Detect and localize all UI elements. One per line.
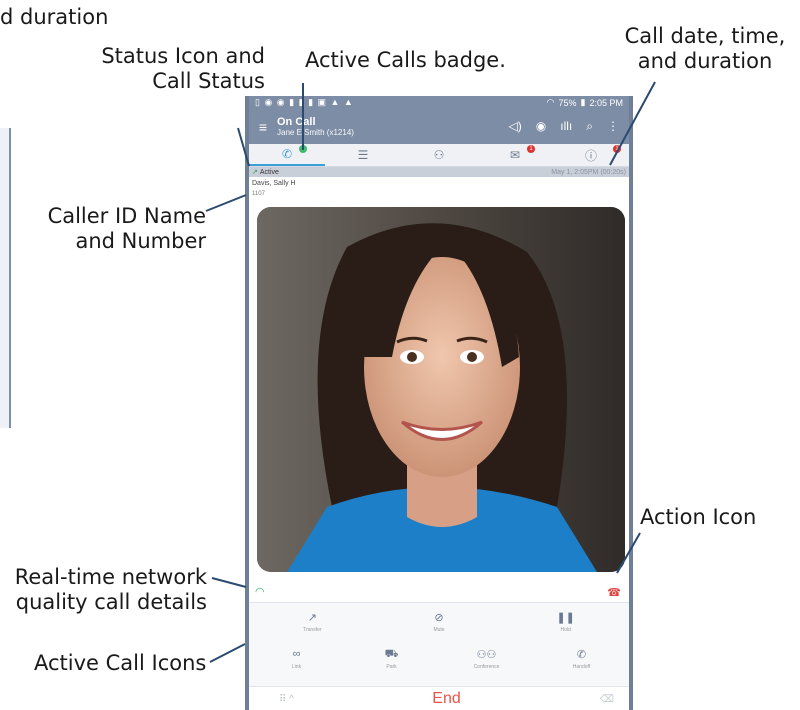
active-calls-badge: 1	[299, 145, 307, 153]
leader-active-call-icons	[209, 643, 246, 663]
app-bar: ≡ On Call Jane E Smith (x1214) ◁) ◉ ıllı…	[249, 109, 629, 144]
callout-network-line1: Real-time network	[14, 565, 207, 589]
app-actions: ◁) ◉ ıllı ⌕ ⋮	[509, 119, 629, 134]
transfer-icon: ↗	[307, 611, 317, 624]
messages-badge: 1	[527, 145, 535, 153]
handoff-icon: ✆	[576, 648, 587, 661]
app-title-block: On Call Jane E Smith (x1214)	[277, 116, 509, 137]
handoff-label: Handoff	[572, 663, 591, 670]
list-icon: ☰	[357, 148, 369, 162]
callout-status-icon: Status Icon and Call Status	[90, 44, 265, 94]
tab-calls[interactable]: ✆ 1	[249, 144, 325, 166]
call-bottom-bar: ⠿ ^ End ⌫	[249, 686, 629, 710]
mail-icon: ✉	[509, 148, 521, 162]
transfer-button[interactable]: ↗ Transfer	[249, 603, 376, 640]
caller-photo	[257, 207, 625, 572]
mute-icon: ⊘	[434, 611, 444, 624]
status-arrow-icon: ↗	[252, 169, 258, 176]
call-datetime: May 1, 2:05PM (00:20s)	[551, 168, 626, 176]
info-badge: 1	[613, 145, 621, 153]
backspace-icon: ⌫	[599, 693, 614, 705]
caller-name: Davis, Sally H	[252, 180, 296, 187]
handoff-button[interactable]: ✆ Handoff	[534, 640, 629, 677]
callout-caller-id: Caller ID Name and Number	[20, 204, 206, 254]
conference-icon: ⚇⚇	[476, 648, 497, 661]
contact-icon: ⚇	[433, 148, 445, 162]
location-icon[interactable]: ◉	[536, 119, 546, 134]
callout-call-date: Call date, time, and duration	[610, 24, 800, 74]
link-label: Link	[291, 663, 302, 670]
notification-icons: ▯ ◉ ◉ ▮ ▮ ▮ ▣ ▲ ▲	[255, 97, 354, 107]
tab-bar: ✆ 1 ☰ ⚇ ✉ 1 ⓘ 1	[249, 144, 629, 167]
caller-photo-image	[257, 207, 625, 572]
tab-contacts[interactable]: ⚇	[401, 144, 477, 166]
link-button[interactable]: ∞ Link	[249, 640, 344, 677]
end-call-button[interactable]: End	[339, 690, 554, 708]
callout-status-icon-line2: Call Status	[152, 69, 265, 93]
hold-button[interactable]: ❚❚ Hold	[502, 603, 629, 640]
park-label: Park	[386, 663, 397, 670]
callout-action-icon: Action Icon	[640, 505, 757, 529]
mute-label: Mute	[433, 626, 445, 633]
hold-label: Hold	[560, 626, 571, 633]
call-status-bar: ↗ Active May 1, 2:05PM (00:20s)	[249, 167, 629, 177]
backspace-button[interactable]: ⌫	[554, 694, 629, 705]
info-icon: ⓘ	[584, 148, 597, 163]
hangup-action-icon[interactable]: ☎	[607, 586, 621, 599]
caller-number: 1107	[252, 191, 265, 197]
phone-screen: ▯ ◉ ◉ ▮ ▮ ▮ ▣ ▲ ▲ ◠ 75% ▮ 2:05 PM ≡ On C…	[245, 96, 633, 710]
audio-icon[interactable]: ıllı	[560, 119, 572, 134]
search-icon[interactable]: ⌕	[586, 119, 593, 134]
transfer-label: Transfer	[303, 626, 322, 633]
callout-duration-partial: d duration	[0, 5, 109, 29]
phone-icon: ✆	[281, 147, 293, 161]
battery-icon: ▮	[580, 97, 586, 107]
network-quality-icon[interactable]: ◠	[255, 585, 265, 598]
park-icon: ⛟	[384, 647, 399, 660]
android-status-bar: ▯ ◉ ◉ ▮ ▮ ▮ ▣ ▲ ▲ ◠ 75% ▮ 2:05 PM	[249, 96, 629, 109]
callout-call-date-line2: and duration	[637, 49, 773, 73]
app-subtitle: Jane E Smith (x1214)	[277, 128, 354, 137]
menu-icon[interactable]: ≡	[249, 119, 277, 135]
callout-status-icon-line1: Status Icon and	[101, 44, 265, 68]
callout-caller-id-line2: and Number	[75, 229, 206, 253]
tab-messages[interactable]: ✉ 1	[477, 144, 553, 166]
link-icon: ∞	[292, 647, 301, 660]
callout-active-calls-badge: Active Calls badge.	[305, 48, 506, 72]
app-title: On Call	[277, 116, 316, 128]
mute-button[interactable]: ⊘ Mute	[376, 603, 503, 640]
conference-label: Conference	[473, 663, 500, 670]
leader-caller-id	[205, 194, 247, 212]
clock: 2:05 PM	[589, 97, 623, 108]
status-right: ◠ 75% ▮ 2:05 PM	[547, 97, 623, 108]
conference-button[interactable]: ⚇⚇ Conference	[439, 640, 534, 677]
active-call-icons: ↗ Transfer ⊘ Mute ❚❚ Hold ∞ Link ⛟ Park	[249, 602, 629, 710]
call-status-text: Active	[259, 169, 279, 176]
tab-info[interactable]: ⓘ 1	[553, 144, 629, 166]
leader-network	[211, 577, 247, 588]
icon-row-2: ∞ Link ⛟ Park ⚇⚇ Conference ✆ Handoff	[249, 640, 629, 677]
more-icon[interactable]: ⋮	[607, 119, 619, 134]
callout-call-date-line1: Call date, time,	[624, 24, 786, 48]
callout-active-call-icons: Active Call Icons	[34, 651, 207, 675]
dialpad-icon: ⠿ ^	[279, 693, 294, 705]
icon-row-1: ↗ Transfer ⊘ Mute ❚❚ Hold	[249, 603, 629, 640]
battery-percent: 75%	[558, 97, 577, 108]
callout-network: Real-time network quality call details	[5, 565, 207, 615]
wifi-icon: ◠	[546, 97, 555, 107]
tab-list[interactable]: ☰	[325, 144, 401, 166]
call-status: ↗ Active	[252, 168, 279, 176]
callout-network-line2: quality call details	[15, 590, 207, 614]
dialpad-toggle[interactable]: ⠿ ^	[249, 694, 339, 705]
hold-icon: ❚❚	[556, 611, 575, 624]
caller-id: Davis, Sally H 1107	[249, 177, 629, 199]
park-button[interactable]: ⛟ Park	[344, 640, 439, 677]
speaker-icon[interactable]: ◁)	[509, 119, 522, 134]
left-panel-edge	[0, 128, 11, 428]
callout-caller-id-line1: Caller ID Name	[47, 204, 206, 228]
